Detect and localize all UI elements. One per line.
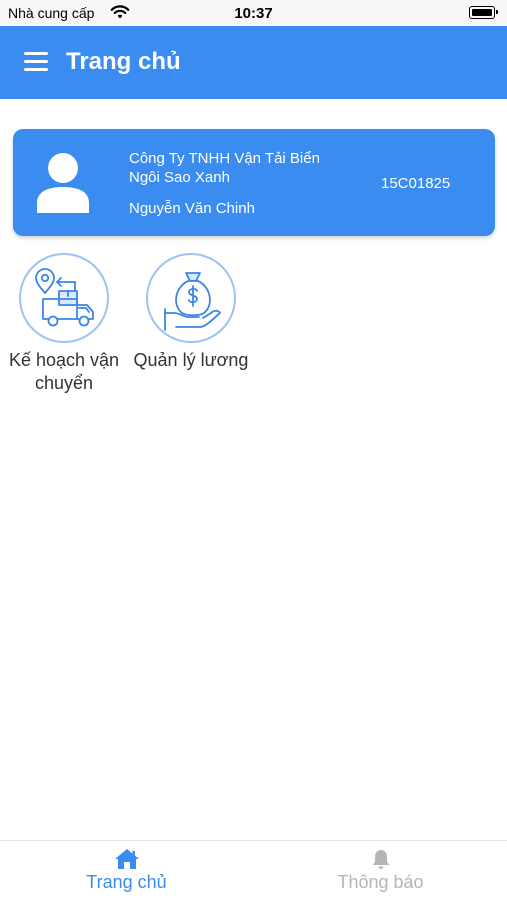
feature-label: Quản lý lương xyxy=(133,350,249,370)
vehicle-plate: 15C01825 xyxy=(381,175,451,192)
profile-card[interactable]: Công Ty TNHH Vận Tải Biển Ngôi Sao Xanh … xyxy=(13,129,495,236)
transport-plan-icon xyxy=(19,253,109,343)
status-bar: Nhà cung cấp 10:37 xyxy=(0,0,507,26)
page-title: Trang chủ xyxy=(66,48,181,75)
salary-management-icon xyxy=(146,253,236,343)
tab-notifications-label: Thông báo xyxy=(337,872,424,892)
user-avatar-icon xyxy=(37,153,89,213)
bell-icon xyxy=(372,850,389,869)
hamburger-menu-icon[interactable] xyxy=(24,52,48,72)
bottom-tab-bar: Trang chủ Thông báo xyxy=(0,840,507,900)
app-bar: Trang chủ xyxy=(0,26,507,99)
company-name: Công Ty TNHH Vận Tải Biển Ngôi Sao Xanh xyxy=(129,150,320,186)
feature-transport-plan[interactable]: Kế hoạch vận chuyển xyxy=(4,253,124,395)
home-icon xyxy=(114,849,139,869)
feature-salary-management[interactable]: Quản lý lương xyxy=(131,253,251,372)
tab-home[interactable]: Trang chủ xyxy=(0,841,253,901)
tab-home-label: Trang chủ xyxy=(86,872,167,892)
clock: 10:37 xyxy=(234,5,273,22)
feature-label: Kế hoạch vận chuyển xyxy=(8,350,120,393)
tab-notifications[interactable]: Thông báo xyxy=(254,841,507,901)
driver-name: Nguyễn Văn Chinh xyxy=(129,200,255,217)
battery-icon xyxy=(469,6,498,19)
